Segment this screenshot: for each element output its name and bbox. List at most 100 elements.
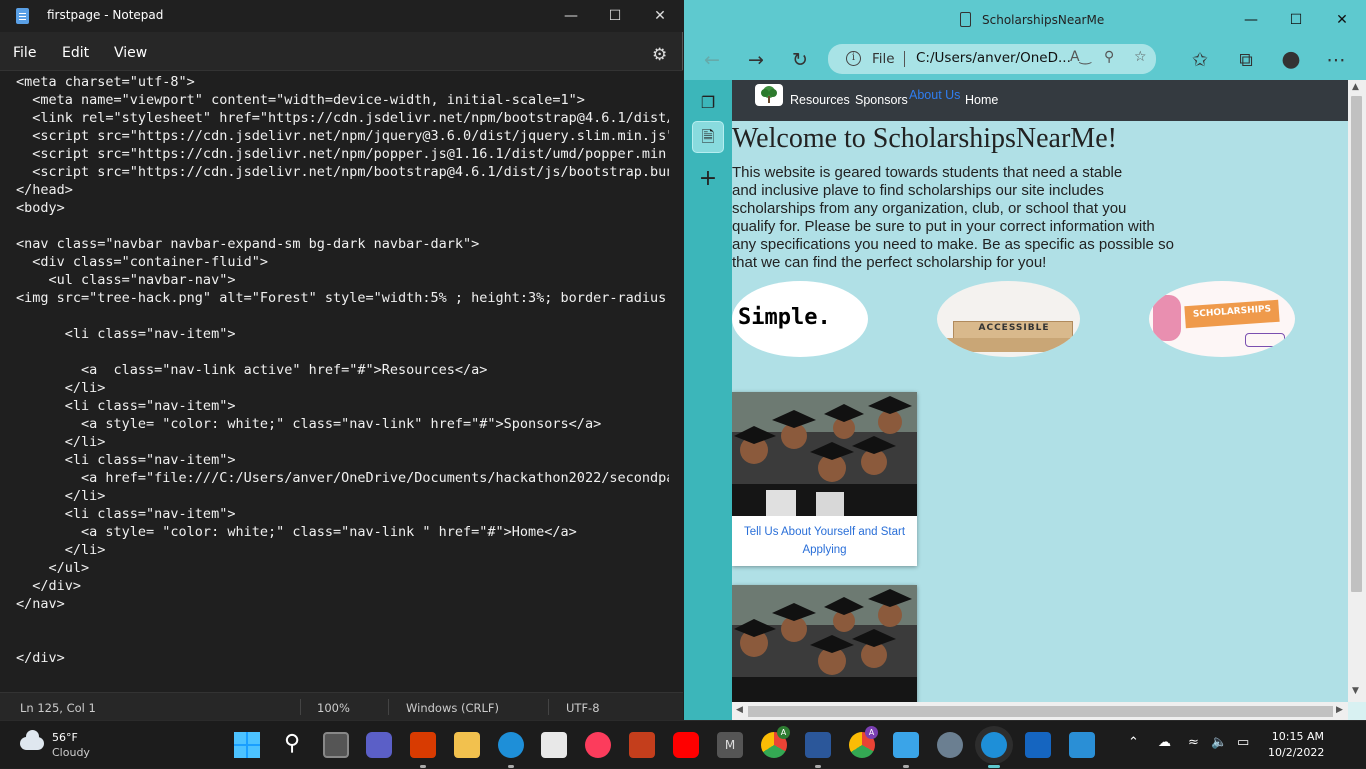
teams-chat-icon[interactable]	[366, 732, 392, 758]
menu-edit[interactable]: Edit	[62, 45, 89, 61]
code-line: </div>	[16, 650, 65, 666]
menu-file[interactable]: File	[13, 45, 36, 61]
edge-maximize-button[interactable]: ☐	[1281, 8, 1311, 32]
nav-home-link[interactable]: Home	[965, 93, 998, 107]
edge-minimize-button[interactable]: —	[1236, 8, 1266, 32]
simple-image-text: Simple.	[738, 305, 831, 330]
edge-title-bar[interactable]: ScholarshipsNearMe — ☐ ✕	[684, 0, 1366, 40]
scroll-right-arrow-icon[interactable]: ▶	[1336, 705, 1343, 715]
close-button[interactable]: ✕	[645, 4, 675, 28]
address-bar[interactable]: i File C:/Users/anver/OneD... A‿ ⚲ ☆	[828, 44, 1156, 74]
office-icon[interactable]	[410, 732, 436, 758]
file-explorer-icon[interactable]	[454, 732, 480, 758]
wifi-icon[interactable]: ≈	[1188, 735, 1199, 750]
code-line: <body>	[16, 200, 65, 216]
chrome-profile-badge: A	[777, 726, 790, 739]
code-line: </ul>	[16, 560, 90, 576]
zoom-icon[interactable]: ⚲	[1104, 49, 1114, 65]
tell-us-about-yourself-link[interactable]: Tell Us About Yourself and Start Applyin…	[742, 523, 907, 559]
microsoft-store-icon[interactable]	[541, 732, 567, 758]
photos-icon[interactable]	[1069, 732, 1095, 758]
maximize-button[interactable]: ☐	[600, 4, 630, 28]
favorites-icon[interactable]: ✩	[1186, 47, 1214, 73]
show-hidden-icons-chevron-icon[interactable]: ⌃	[1128, 735, 1139, 750]
onedrive-cloud-icon[interactable]: ☁	[1158, 735, 1171, 750]
profile-avatar-icon[interactable]: ●	[1277, 47, 1305, 73]
nav-about-us-link[interactable]: About Us	[909, 88, 960, 102]
edge-active-taskbar-icon[interactable]	[981, 732, 1007, 758]
volume-icon[interactable]: 🔈	[1211, 735, 1227, 750]
media-player-icon[interactable]	[1025, 732, 1051, 758]
windows-taskbar: 56°F Cloudy ⚲ M A A ⌃ ☁ ≈ 🔈 ▭ 10:15 AM 1…	[0, 720, 1366, 768]
settings-taskbar-icon[interactable]	[937, 732, 963, 758]
web-page-viewport: Resources Sponsors About Us Home Welcome…	[732, 80, 1348, 702]
more-menu-icon[interactable]: ⋯	[1322, 47, 1350, 73]
edge-taskbar-icon[interactable]	[498, 732, 524, 758]
office-app-icon[interactable]	[629, 732, 655, 758]
scroll-left-arrow-icon[interactable]: ◀	[736, 705, 743, 715]
vertical-scroll-thumb[interactable]	[1351, 96, 1362, 592]
code-line: <link rel="stylesheet" href="https://cdn…	[16, 110, 669, 126]
address-url[interactable]: C:/Users/anver/OneD...	[916, 50, 1071, 66]
intro-line: any specifications you need to make. Be …	[732, 236, 1174, 253]
notepad-window-title: firstpage - Notepad	[47, 8, 164, 22]
add-favorite-icon[interactable]: ☆	[1134, 49, 1147, 65]
nav-sponsors-link[interactable]: Sponsors	[855, 93, 908, 107]
info-icon[interactable]: i	[846, 51, 861, 66]
notepad-app-icon	[16, 8, 29, 24]
simple-oval-image: Simple.	[732, 281, 868, 357]
horizontal-scroll-thumb[interactable]	[748, 706, 1333, 717]
forward-icon[interactable]: →	[742, 47, 770, 73]
second-card	[732, 585, 917, 702]
notepad-title-bar[interactable]: firstpage - Notepad — ☐ ✕	[0, 0, 683, 32]
battery-icon[interactable]: ▭	[1237, 735, 1249, 750]
code-line: <div class="container-fluid">	[16, 254, 268, 270]
status-line-ending: Windows (CRLF)	[406, 701, 500, 715]
chrome-icon-2[interactable]: A	[849, 726, 878, 758]
collections-icon[interactable]: ⧉	[1232, 47, 1260, 73]
code-text[interactable]: <meta charset="utf-8"> <meta name="viewp…	[16, 73, 669, 667]
settings-gear-icon[interactable]: ⚙	[652, 45, 667, 65]
vertical-scrollbar[interactable]: ▲ ▼	[1348, 80, 1366, 702]
notepad-text-editor[interactable]: <meta charset="utf-8"> <meta name="viewp…	[0, 70, 683, 692]
word-icon[interactable]	[805, 732, 831, 758]
weather-condition: Cloudy	[52, 746, 90, 759]
nav-resources-link[interactable]: Resources	[790, 93, 850, 107]
back-icon[interactable]: ←	[698, 47, 726, 73]
code-line: <a class="nav-link active" href="#">Reso…	[16, 362, 488, 378]
edge-close-button[interactable]: ✕	[1327, 8, 1357, 32]
start-windows-icon[interactable]	[234, 732, 260, 758]
scroll-up-arrow-icon[interactable]: ▲	[1352, 82, 1359, 92]
edge-window: ScholarshipsNearMe — ☐ ✕ ← → ↻ i File C:…	[684, 0, 1366, 720]
active-tab-page-icon[interactable]: 🗎	[692, 121, 724, 153]
notepad-taskbar-icon[interactable]	[893, 732, 919, 758]
graduates-photo	[732, 392, 917, 516]
new-tab-plus-icon[interactable]: +	[695, 166, 721, 192]
app-m-icon[interactable]: M	[717, 732, 743, 758]
intro-line: This website is geared towards students …	[732, 164, 1123, 181]
tab-actions-icon[interactable]: ❐	[695, 90, 721, 116]
horizontal-scrollbar[interactable]: ◀ ▶	[732, 702, 1348, 720]
address-scheme-label: File	[872, 51, 895, 67]
system-clock[interactable]: 10:15 AM 10/2/2022	[1268, 729, 1324, 761]
search-icon[interactable]: ⚲	[279, 732, 305, 758]
youtube-icon[interactable]	[673, 732, 699, 758]
welcome-heading: Welcome to ScholarshipsNearMe!	[732, 123, 1117, 154]
menu-view[interactable]: View	[114, 45, 147, 61]
read-aloud-icon[interactable]: A‿	[1070, 49, 1091, 65]
code-line: <nav class="navbar navbar-expand-sm bg-d…	[16, 236, 480, 252]
itunes-icon[interactable]	[585, 732, 611, 758]
scroll-down-arrow-icon[interactable]: ▼	[1352, 686, 1359, 696]
chrome-icon[interactable]: A	[761, 726, 790, 758]
minimize-button[interactable]: —	[556, 4, 586, 28]
status-zoom: 100%	[317, 701, 350, 715]
task-view-icon[interactable]	[323, 732, 349, 758]
apply-card[interactable]: Tell Us About Yourself and Start Applyin…	[732, 392, 917, 566]
code-line: <meta name="viewport" content="width=dev…	[16, 92, 585, 108]
refresh-icon[interactable]: ↻	[786, 47, 814, 73]
code-line: </head>	[16, 182, 73, 198]
page-tab-icon	[960, 12, 971, 27]
